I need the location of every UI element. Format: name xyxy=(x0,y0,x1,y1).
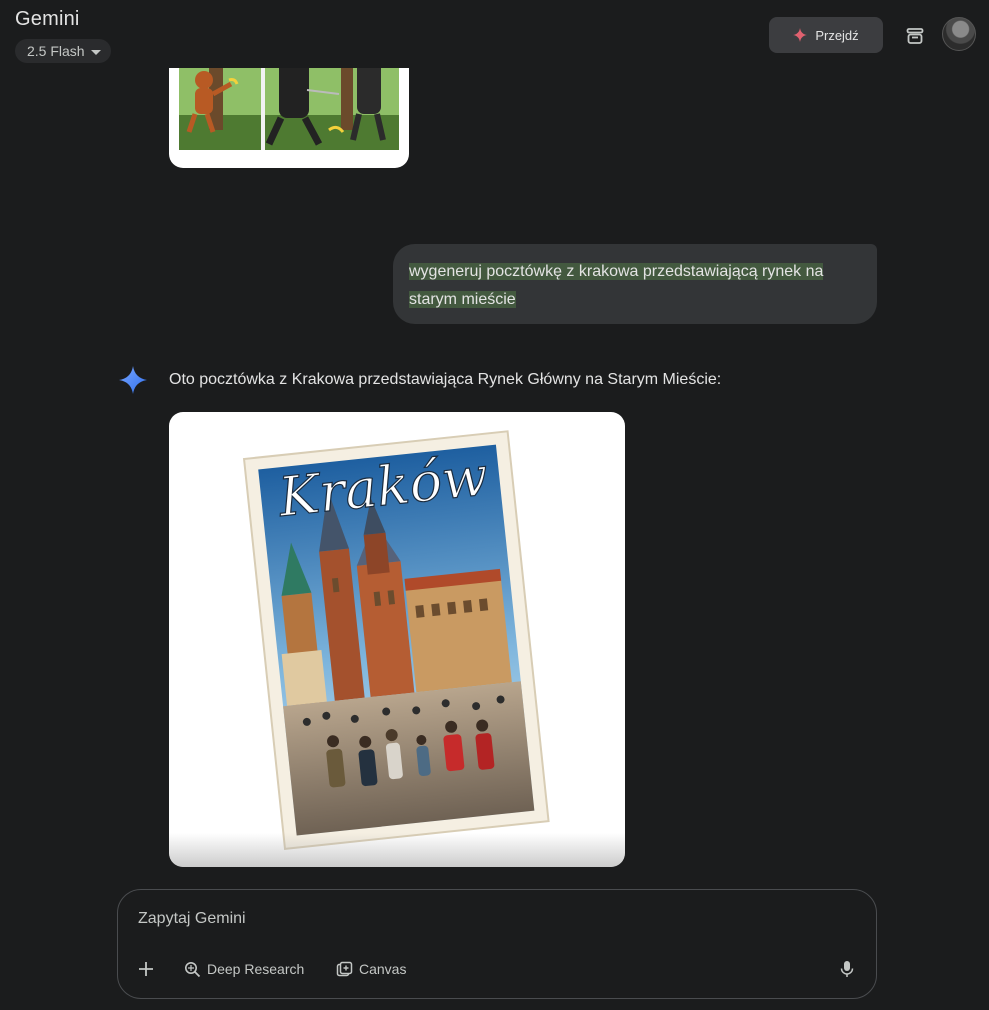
image-bottom-fade xyxy=(169,833,625,867)
postcard-illustration: Kraków xyxy=(242,430,550,850)
user-avatar[interactable] xyxy=(942,17,976,51)
sparkle-icon xyxy=(793,28,808,42)
model-selector[interactable]: 2.5 Flash xyxy=(15,39,111,63)
gemini-sparkle-icon xyxy=(119,366,147,394)
user-message-line-2: starym mieście xyxy=(409,291,516,308)
gemini-chat-page: wygeneruj pocztówkę z krakowa przedstawi… xyxy=(0,0,989,1010)
microphone-button[interactable] xyxy=(840,958,856,980)
deep-research-icon xyxy=(185,961,201,977)
canvas-button[interactable]: Canvas xyxy=(336,958,406,980)
temporary-chat-button[interactable] xyxy=(901,22,929,50)
previous-image-art xyxy=(179,60,399,150)
caret-down-icon xyxy=(90,49,101,55)
previous-generated-image[interactable] xyxy=(169,60,409,168)
archive-icon xyxy=(906,28,924,44)
prompt-input[interactable] xyxy=(138,908,798,930)
user-message-bubble: wygeneruj pocztówkę z krakowa przedstawi… xyxy=(393,244,877,324)
upgrade-button[interactable]: Przejdź xyxy=(769,17,883,53)
assistant-message-text: Oto pocztówka z Krakowa przedstawiająca … xyxy=(169,371,722,388)
upgrade-label: Przejdź xyxy=(815,27,859,43)
deep-research-button[interactable]: Deep Research xyxy=(184,958,304,980)
canvas-icon xyxy=(336,961,353,976)
canvas-label: Canvas xyxy=(359,961,407,977)
app-title: Gemini xyxy=(15,8,80,30)
generated-postcard-image[interactable]: Kraków xyxy=(169,412,625,867)
plus-icon xyxy=(139,962,153,976)
prompt-composer: Deep Research Canvas xyxy=(117,889,877,999)
microphone-icon xyxy=(840,961,854,977)
user-message-text: wygeneruj pocztówkę z krakowa przedstawi… xyxy=(409,258,861,314)
model-label: 2.5 Flash xyxy=(27,43,85,59)
deep-research-label: Deep Research xyxy=(207,961,305,977)
top-header: Gemini 2.5 Flash Przejdź xyxy=(0,0,989,68)
user-message-line-1: wygeneruj pocztówkę z krakowa przedstawi… xyxy=(409,263,824,280)
add-attachment-button[interactable] xyxy=(138,958,154,980)
